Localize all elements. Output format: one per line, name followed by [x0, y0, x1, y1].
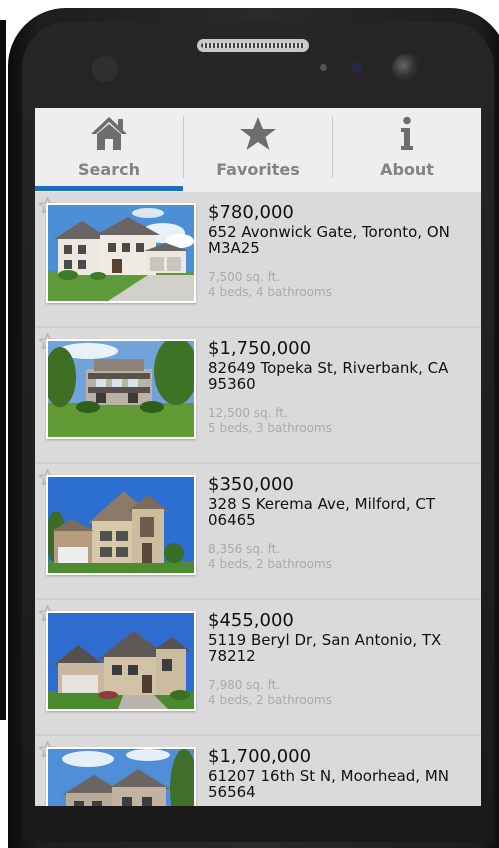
tab-search-label: Search [78, 160, 140, 179]
house-photo [48, 613, 194, 709]
listing-address: 82649 Topeka St, Riverbank, CA 95360 [208, 359, 449, 393]
star-icon [240, 117, 276, 150]
listing-beds-baths: 5 beds, 3 bathrooms [208, 421, 332, 435]
listing-address: 652 Avonwick Gate, Toronto, ON M3A25 [208, 223, 450, 257]
home-icon [91, 117, 127, 150]
listing-price: $1,700,000 [208, 746, 312, 767]
listing-photo [46, 339, 196, 439]
listing-photo [46, 747, 196, 806]
tab-search[interactable]: Search [35, 108, 183, 191]
listing-photo [46, 475, 196, 575]
listing-price: $455,000 [208, 610, 294, 631]
list-item[interactable]: $1,700,000 61207 16th St N, Moorhead, MN… [35, 736, 481, 806]
house-photo [48, 749, 194, 806]
house-photo [48, 477, 194, 573]
app-screen: Search Favorites About $780,000 652 Avon… [35, 108, 481, 806]
listing-sqft: 7,980 sq. ft. [208, 678, 281, 692]
listing-sqft: 12,500 sq. ft. [208, 406, 288, 420]
listing-address: 328 S Kerema Ave, Milford, CT 06465 [208, 495, 435, 529]
list-item[interactable]: $455,000 5119 Beryl Dr, San Antonio, TX … [35, 600, 481, 736]
tab-bar: Search Favorites About [35, 108, 481, 192]
front-sensor [92, 56, 118, 82]
earpiece-speaker [197, 39, 309, 52]
tab-favorites-label: Favorites [216, 160, 300, 179]
info-icon [401, 116, 413, 150]
adjacent-device-edge [0, 20, 6, 720]
listing-price: $350,000 [208, 474, 294, 495]
tab-selected-indicator [35, 186, 183, 191]
listing-sqft: 7,500 sq. ft. [208, 270, 281, 284]
listing-price: $1,750,000 [208, 338, 312, 359]
listing-photo [46, 203, 196, 303]
front-camera [392, 54, 420, 82]
list-item[interactable]: $780,000 652 Avonwick Gate, Toronto, ON … [35, 192, 481, 328]
listing-beds-baths: 4 beds, 2 bathrooms [208, 557, 332, 571]
house-photo [48, 341, 194, 437]
listing-sqft: 8,356 sq. ft. [208, 542, 281, 556]
proximity-sensor [320, 64, 327, 71]
listing-address: 61207 16th St N, Moorhead, MN 56564 [208, 767, 450, 801]
list-item[interactable]: $1,750,000 82649 Topeka St, Riverbank, C… [35, 328, 481, 464]
list-item[interactable]: $350,000 328 S Kerema Ave, Milford, CT 0… [35, 464, 481, 600]
tab-about-label: About [380, 160, 434, 179]
listing-address: 5119 Beryl Dr, San Antonio, TX 78212 [208, 631, 442, 665]
house-photo [48, 205, 194, 301]
listing-beds-baths: 4 beds, 4 bathrooms [208, 285, 332, 299]
listing-price: $780,000 [208, 202, 294, 223]
listing-photo [46, 611, 196, 711]
tab-about[interactable]: About [333, 108, 481, 188]
tab-favorites[interactable]: Favorites [184, 108, 332, 188]
light-sensor [352, 62, 363, 73]
listing-beds-baths: 4 beds, 2 bathrooms [208, 693, 332, 707]
